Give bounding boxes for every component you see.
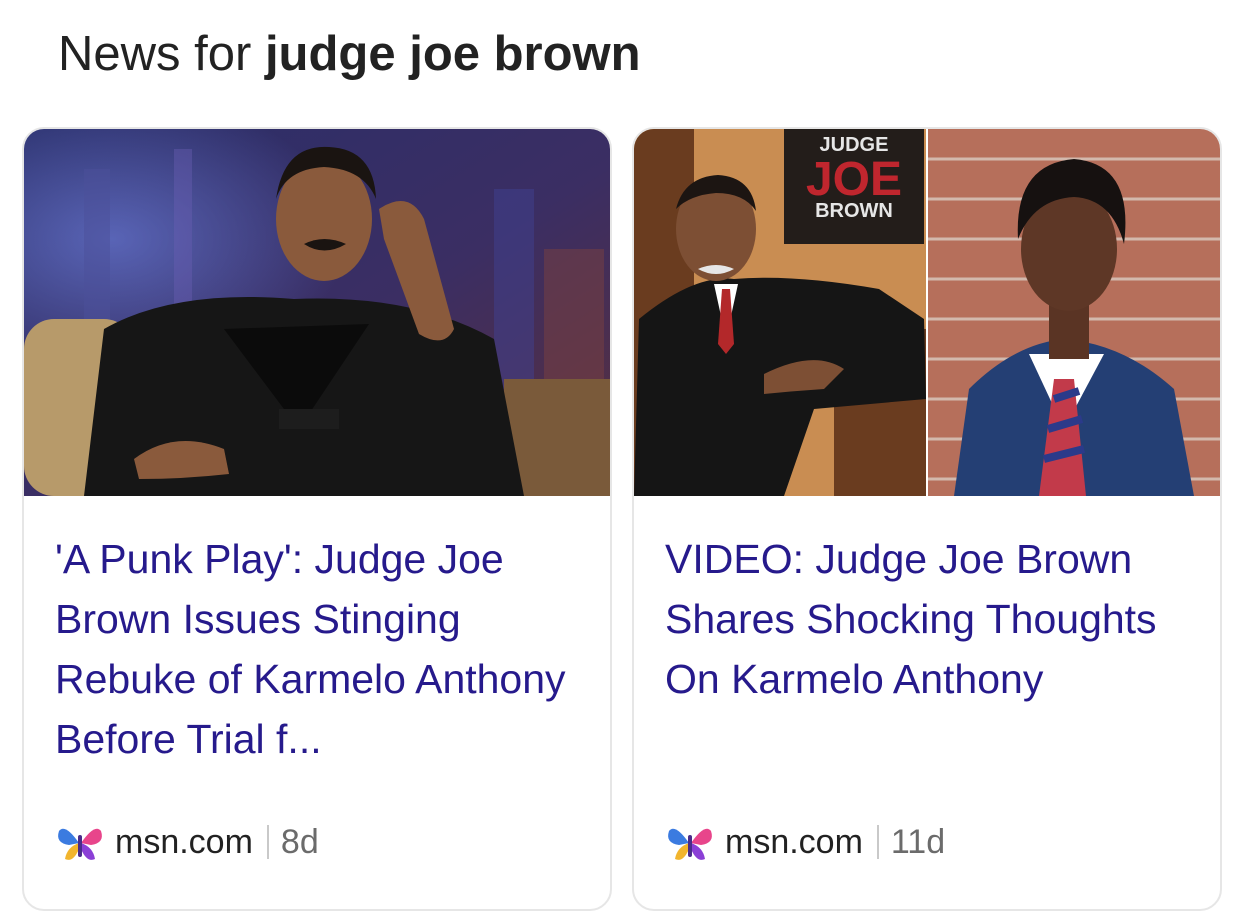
news-source: msn.com	[725, 822, 863, 861]
news-thumbnail[interactable]	[24, 129, 610, 496]
news-age: 11d	[890, 822, 946, 861]
news-thumbnail[interactable]: JUDGE JOE BROWN JU	[634, 129, 1220, 496]
news-age: 8d	[280, 822, 319, 861]
news-headline[interactable]: VIDEO: Judge Joe Brown Shares Shocking T…	[665, 529, 1195, 709]
news-headline[interactable]: 'A Punk Play': Judge Joe Brown Issues St…	[55, 529, 585, 769]
talk-show-photo	[24, 129, 610, 496]
msn-butterfly-icon	[668, 828, 712, 860]
news-card[interactable]: JUDGE JOE BROWN JU	[632, 127, 1222, 911]
news-source-row: msn.com 11d	[665, 817, 945, 867]
news-source-row: msn.com 8d	[55, 817, 319, 867]
title-prefix: News for	[58, 27, 265, 81]
news-source: msn.com	[115, 822, 253, 861]
news-section-title: News for judge joe brown	[58, 22, 641, 86]
title-query: judge joe brown	[264, 27, 641, 81]
logo-line-3: BROWN	[815, 200, 893, 222]
source-divider	[266, 825, 269, 859]
msn-butterfly-icon	[58, 828, 102, 860]
source-divider	[876, 825, 879, 859]
logo-line-2: JOE	[806, 153, 902, 206]
split-portrait-photo: JUDGE JOE BROWN JU	[634, 129, 1220, 496]
news-card[interactable]: 'A Punk Play': Judge Joe Brown Issues St…	[22, 127, 612, 911]
